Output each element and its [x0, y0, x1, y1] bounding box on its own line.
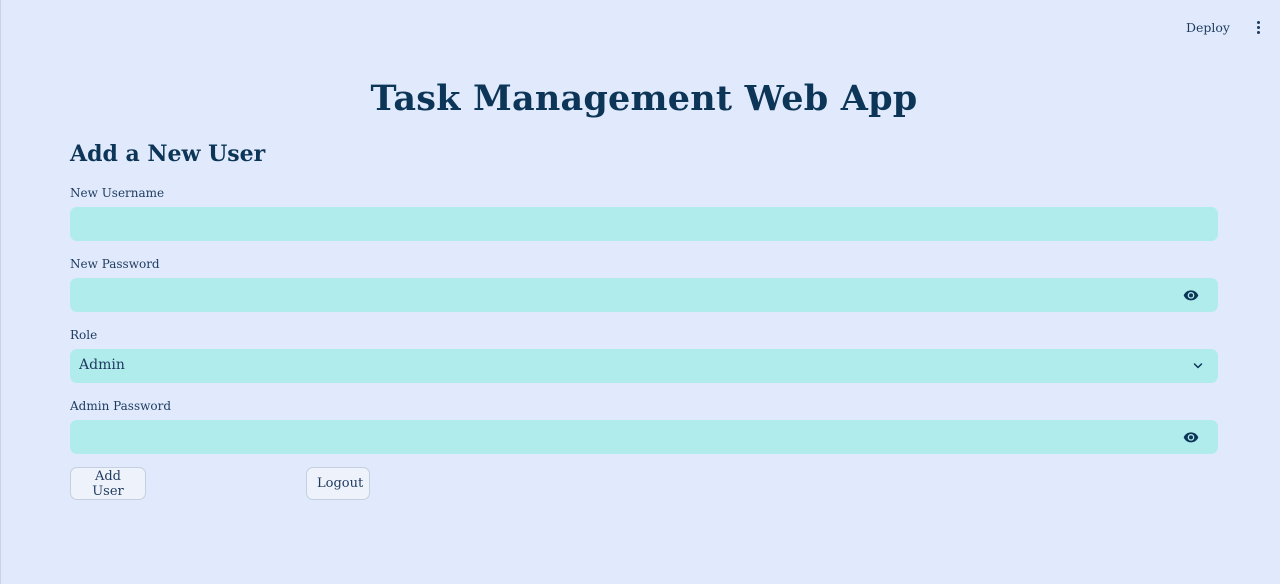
eye-icon[interactable]	[1182, 287, 1200, 303]
kebab-dot	[1256, 30, 1260, 34]
password-label: New Password	[70, 257, 160, 271]
kebab-dot	[1256, 25, 1260, 29]
admin-password-input[interactable]	[70, 420, 1218, 454]
role-select[interactable]: Admin	[70, 349, 1218, 383]
top-toolbar: Deploy	[1182, 0, 1280, 54]
username-field[interactable]	[70, 207, 1218, 241]
kebab-menu-icon[interactable]	[1250, 17, 1266, 37]
role-selected-value: Admin	[79, 357, 125, 373]
logout-button[interactable]: Logout	[306, 467, 370, 500]
page-title: Task Management Web App	[370, 78, 918, 119]
chevron-down-icon	[1193, 363, 1203, 369]
section-heading: Add a New User	[70, 141, 266, 167]
password-field[interactable]	[70, 278, 1218, 312]
eye-icon[interactable]	[1182, 429, 1200, 445]
username-input[interactable]	[70, 207, 1218, 241]
left-edge-divider	[0, 0, 1, 584]
admin-password-field[interactable]	[70, 420, 1218, 454]
username-label: New Username	[70, 186, 165, 200]
admin-password-label: Admin Password	[70, 399, 172, 413]
add-user-button[interactable]: Add User	[70, 467, 146, 500]
kebab-dot	[1256, 20, 1260, 24]
password-input[interactable]	[70, 278, 1218, 312]
role-label: Role	[70, 328, 98, 342]
deploy-button[interactable]: Deploy	[1182, 14, 1234, 41]
